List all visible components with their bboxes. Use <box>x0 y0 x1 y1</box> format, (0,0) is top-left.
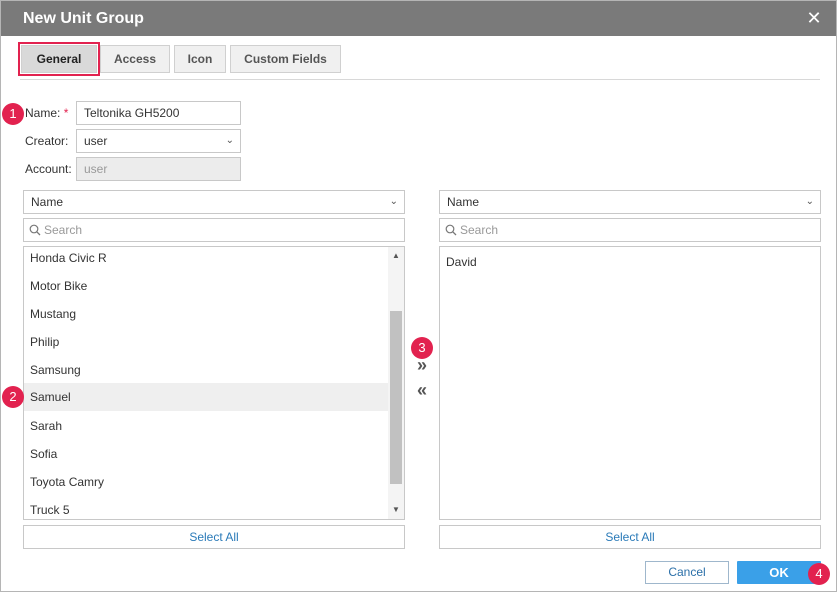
right-sort-value: Name <box>447 195 480 209</box>
list-item-hovered[interactable]: Samuel <box>24 383 388 411</box>
account-label: Account: <box>25 162 72 176</box>
right-search-placeholder: Search <box>460 223 499 237</box>
right-sort-select[interactable]: Name ⌄ <box>439 190 821 214</box>
left-list-scrollbar[interactable]: ▲ ▼ <box>388 247 404 519</box>
account-field: user <box>76 157 241 181</box>
move-left-icon[interactable]: « <box>412 381 432 401</box>
creator-label: Creator: <box>25 134 69 148</box>
chevron-down-icon: ⌄ <box>389 196 398 207</box>
left-select-all-button[interactable]: Select All <box>23 525 405 549</box>
list-item[interactable]: Toyota Camry <box>24 471 388 499</box>
search-icon <box>445 224 457 236</box>
name-input[interactable]: Teltonika GH5200 <box>76 101 241 125</box>
left-sort-value: Name <box>31 195 64 209</box>
move-right-icon[interactable]: » <box>412 356 432 376</box>
tab-general[interactable]: General <box>18 42 100 76</box>
dialog-titlebar: New Unit Group ✕ <box>1 1 836 36</box>
scroll-thumb[interactable] <box>390 311 402 484</box>
list-item[interactable]: Philip <box>24 331 388 359</box>
cancel-button[interactable]: Cancel <box>645 561 729 584</box>
chevron-down-icon: ⌄ <box>805 196 814 207</box>
chevron-down-icon: ⌄ <box>225 135 234 146</box>
right-unit-list: David <box>439 246 821 520</box>
name-label: Name: * <box>25 106 69 120</box>
callout-badge-3: 3 <box>411 337 433 359</box>
tab-icon[interactable]: Icon <box>174 45 226 73</box>
tab-divider <box>20 79 820 80</box>
callout-badge-1: 1 <box>2 103 24 125</box>
required-marker: * <box>63 106 69 120</box>
list-item[interactable]: David <box>440 251 820 279</box>
list-item[interactable]: Honda Civic R <box>24 247 388 275</box>
close-icon[interactable]: ✕ <box>804 8 824 28</box>
left-sort-select[interactable]: Name ⌄ <box>23 190 405 214</box>
list-item[interactable]: Sarah <box>24 415 388 443</box>
right-search-input[interactable]: Search <box>439 218 821 242</box>
list-item[interactable]: Truck 5 <box>24 499 388 519</box>
list-item[interactable]: Sofia <box>24 443 388 471</box>
scroll-up-icon[interactable]: ▲ <box>388 249 404 263</box>
callout-badge-4: 4 <box>808 563 830 585</box>
creator-value: user <box>84 134 108 148</box>
list-item[interactable]: Mustang <box>24 303 388 331</box>
tab-custom-fields[interactable]: Custom Fields <box>230 45 341 73</box>
left-search-input[interactable]: Search <box>23 218 405 242</box>
new-unit-group-dialog: New Unit Group ✕ General Access Icon Cus… <box>0 0 837 592</box>
scroll-down-icon[interactable]: ▼ <box>388 503 404 517</box>
callout-badge-2: 2 <box>2 386 24 408</box>
tab-access[interactable]: Access <box>100 45 170 73</box>
search-icon <box>29 224 41 236</box>
right-select-all-button[interactable]: Select All <box>439 525 821 549</box>
left-unit-list: Honda Civic R Motor Bike Mustang Philip … <box>23 246 405 520</box>
creator-select[interactable]: user ⌄ <box>76 129 241 153</box>
list-item[interactable]: Motor Bike <box>24 275 388 303</box>
left-search-placeholder: Search <box>44 223 83 237</box>
dialog-title: New Unit Group <box>23 10 144 27</box>
